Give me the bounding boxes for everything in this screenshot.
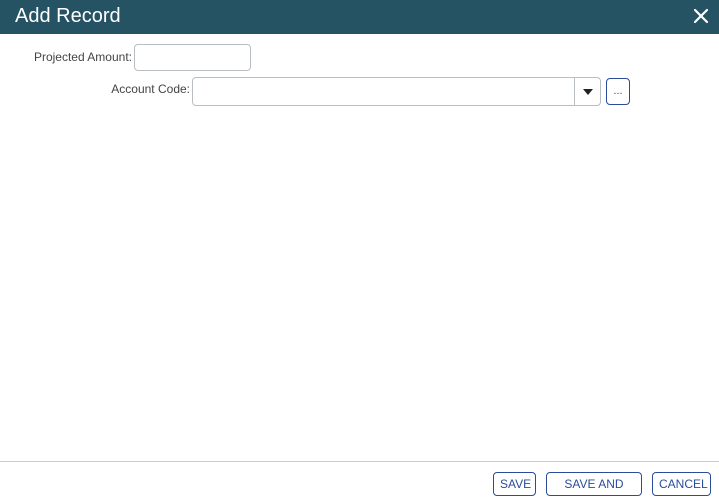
footer-divider bbox=[0, 461, 719, 462]
projected-amount-input[interactable] bbox=[134, 44, 251, 71]
close-button[interactable] bbox=[691, 6, 711, 26]
save-and-add-button[interactable]: SAVE AND ADD bbox=[546, 472, 642, 496]
account-code-label: Account Code: bbox=[111, 82, 190, 96]
dialog-title: Add Record bbox=[15, 5, 121, 27]
account-code-combobox[interactable] bbox=[192, 77, 601, 106]
caret-down-icon bbox=[583, 89, 593, 95]
account-code-dropdown-button[interactable] bbox=[574, 78, 600, 105]
dialog-titlebar: Add Record bbox=[0, 0, 719, 34]
projected-amount-label: Projected Amount: bbox=[33, 50, 132, 64]
save-button[interactable]: SAVE bbox=[493, 472, 536, 496]
close-icon bbox=[693, 8, 709, 24]
account-code-lookup-button[interactable]: ... bbox=[606, 78, 630, 105]
cancel-button[interactable]: CANCEL bbox=[652, 472, 711, 496]
